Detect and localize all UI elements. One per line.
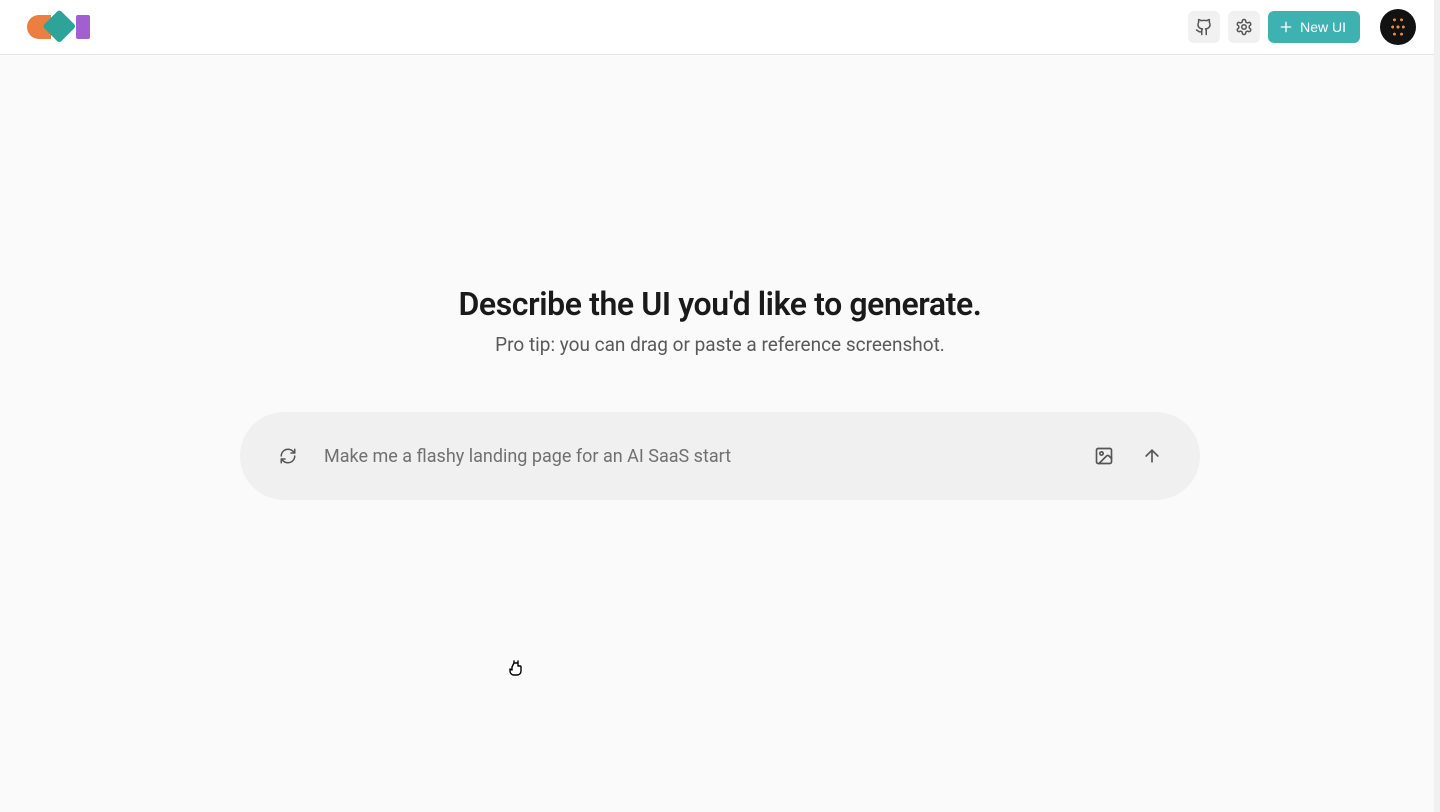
refresh-icon [279,447,297,465]
scrollbar-track[interactable] [1434,0,1440,812]
prompt-input[interactable] [324,446,1068,467]
logo-shape-purple [76,15,90,39]
header-actions: New UI [1188,9,1416,45]
github-icon [1195,18,1213,36]
plus-icon [1278,19,1294,35]
gear-icon [1235,18,1253,36]
submit-button[interactable] [1140,444,1164,468]
image-icon [1094,446,1114,466]
image-upload-button[interactable] [1092,444,1116,468]
arrow-up-icon [1142,446,1162,466]
page-heading: Describe the UI you'd like to generate. [458,285,981,323]
new-ui-label: New UI [1300,19,1346,35]
prompt-bar [240,412,1200,500]
app-logo[interactable] [24,12,90,42]
avatar[interactable] [1380,9,1416,45]
refresh-button[interactable] [276,444,300,468]
settings-button[interactable] [1228,11,1260,43]
page-subheading: Pro tip: you can drag or paste a referen… [495,333,945,356]
main-content: Describe the UI you'd like to generate. … [0,55,1440,812]
github-button[interactable] [1188,11,1220,43]
app-header: New UI [0,0,1440,55]
new-ui-button[interactable]: New UI [1268,11,1360,43]
